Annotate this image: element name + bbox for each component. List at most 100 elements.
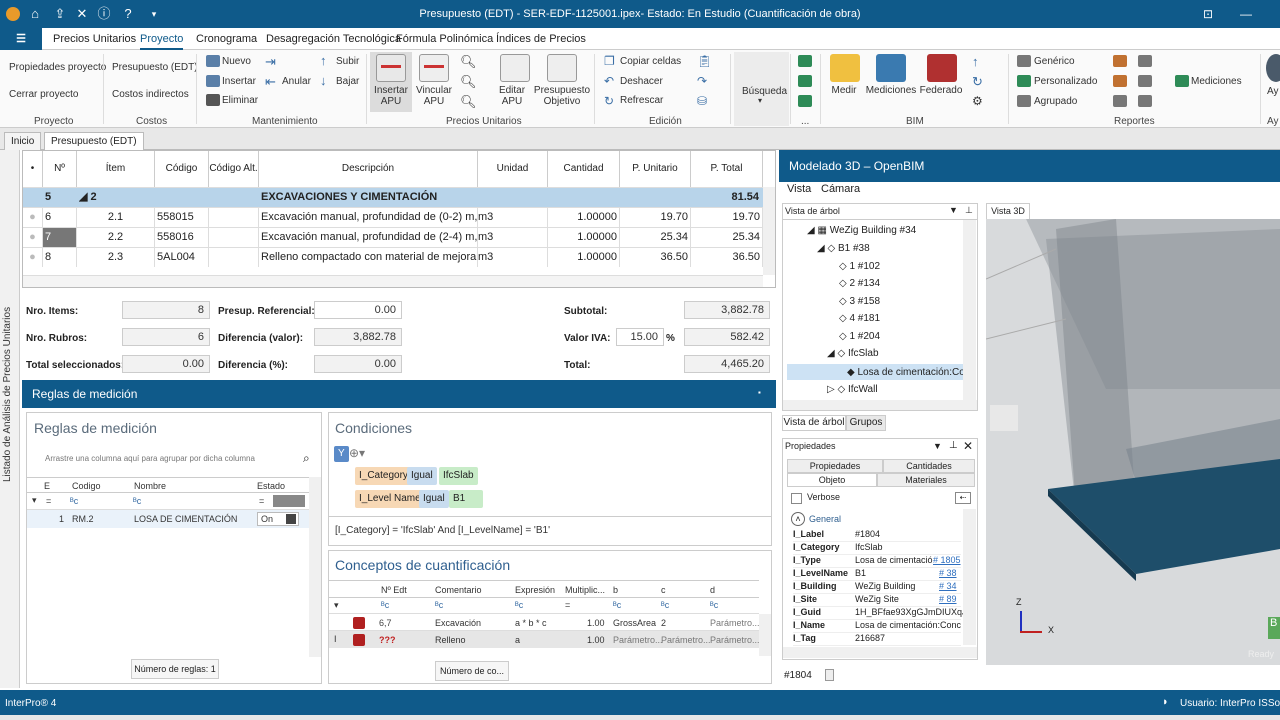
tab-vista-3d[interactable]: Vista 3D — [986, 203, 1030, 219]
column-header-comentario[interactable]: Comentario — [435, 585, 482, 595]
column-header-estado[interactable]: Estado — [257, 481, 285, 491]
tab-objeto[interactable]: Objeto — [787, 473, 877, 487]
property-row[interactable]: I_LevelName B1 # 38 — [793, 568, 961, 581]
cell-unidad[interactable]: m3 — [478, 248, 548, 267]
reglas-scrollbar[interactable] — [309, 477, 321, 657]
tab-indices-precios[interactable]: Índices de Precios — [496, 28, 586, 50]
column-header-p-total[interactable]: P. Total — [691, 151, 763, 187]
and-operator-button[interactable]: Y — [334, 446, 349, 462]
dropdown-icon[interactable]: ▼ — [949, 205, 958, 215]
filter-comentario[interactable]: ᴮᴄ — [435, 600, 443, 610]
nav-cube-badge[interactable]: B — [1268, 617, 1280, 639]
deshacer-button[interactable]: Deshacer — [620, 76, 663, 87]
condition-field[interactable]: I_Category — [355, 467, 412, 485]
medir-button[interactable]: Medir — [824, 85, 864, 96]
tab-desagregacion[interactable]: Desagregación Tecnológica — [266, 28, 401, 50]
properties-scrollbar[interactable] — [963, 509, 976, 645]
filter-expresion[interactable]: ᴮᴄ — [515, 600, 523, 610]
pin-icon[interactable]: ⊥ — [949, 440, 958, 451]
propiedades-proyecto-button[interactable]: Propiedades proyecto — [9, 62, 106, 73]
report-icon[interactable] — [1138, 95, 1152, 107]
column-header-n[interactable]: Nº — [43, 151, 77, 187]
costos-indirectos-button[interactable]: Costos indirectos — [112, 89, 189, 100]
tree-node[interactable]: ◇ 4 #181 — [839, 313, 880, 324]
personalizado-button[interactable]: Personalizado — [1034, 76, 1097, 87]
menu-camara[interactable]: Cámara — [821, 183, 860, 195]
tree-node-level[interactable]: ◢ ◇ B1 #38 — [817, 243, 870, 254]
concepto-expresion[interactable]: a * b * c — [515, 618, 547, 628]
search-icon[interactable]: ⌕ — [303, 451, 310, 466]
editar-apu-button[interactable]: Editar APU — [490, 85, 534, 107]
tree-node-selected[interactable]: ◆ Losa de cimentación:Conc — [787, 364, 975, 380]
insertar-button[interactable]: Insertar — [222, 76, 256, 87]
filter-multiplic[interactable]: = — [565, 600, 570, 610]
estado-toggle[interactable]: On — [257, 512, 299, 526]
cell-p-total[interactable]: 19.70 — [691, 208, 763, 227]
filter-c[interactable]: ᴮᴄ — [661, 600, 669, 610]
column-header-cantidad[interactable]: Cantidad — [548, 151, 620, 187]
insertar-apu-button[interactable]: Insertar APU — [368, 85, 414, 107]
tree-node-ifcslab[interactable]: ◢ ◇ IfcSlab — [827, 348, 879, 359]
condition-operator[interactable]: Igual — [407, 467, 437, 485]
search-icon[interactable]: 🔍︎ — [460, 94, 477, 110]
table-row[interactable]: ● 6 2.1 558015 Excavación manual, profun… — [23, 207, 763, 227]
sidebar-label[interactable]: Listado de Análisis de Precios Unitarios — [2, 162, 13, 482]
tab-formula-polinomica[interactable]: Fórmula Polinómica — [396, 28, 493, 50]
column-header-d[interactable]: d — [710, 585, 715, 595]
settings-icon[interactable]: ⚙ — [972, 94, 983, 108]
search-icon[interactable]: 🔍︎ — [460, 74, 477, 90]
column-header-p-unitario[interactable]: P. Unitario — [620, 151, 691, 187]
presupuesto-edt-button[interactable]: Presupuesto (EDT) — [112, 62, 198, 73]
report-icon[interactable] — [1113, 75, 1127, 87]
cell-n[interactable]: 6 — [43, 208, 77, 227]
tab-presupuesto-edt[interactable]: Presupuesto (EDT) — [44, 132, 144, 150]
tree-node-ifcwall[interactable]: ▷ ◇ IfcWall — [827, 384, 878, 395]
bim-icon[interactable] — [798, 55, 812, 67]
cell-descripcion[interactable]: Excavación manual, profundidad de (2-4) … — [259, 228, 478, 247]
concepto-b[interactable]: Parámetro... — [613, 635, 663, 645]
anular-button[interactable]: Anular — [282, 76, 311, 87]
arrow-up-icon[interactable]: ↑ — [972, 54, 979, 69]
concepto-multiplic[interactable]: 1.00 — [587, 618, 605, 628]
report-icon[interactable] — [1138, 75, 1152, 87]
cell-codigo-alt[interactable] — [209, 208, 259, 227]
tab-cronograma[interactable]: Cronograma — [196, 28, 257, 50]
column-header-nedt[interactable]: Nº Edt — [381, 585, 407, 595]
tree-h-scrollbar[interactable] — [783, 400, 977, 410]
column-header-c[interactable]: c — [661, 585, 666, 595]
filter-icon[interactable]: ▾ — [32, 495, 37, 506]
tab-grupos[interactable]: Grupos — [846, 415, 886, 431]
tab-inicio[interactable]: Inicio — [4, 132, 42, 150]
copiar-celdas-button[interactable]: Copiar celdas — [620, 56, 681, 67]
tab-precios-unitarios[interactable]: Precios Unitarios — [53, 28, 136, 50]
bajar-button[interactable]: Bajar — [336, 76, 359, 87]
cell-p-unitario[interactable]: 19.70 — [620, 208, 691, 227]
busqueda-dropdown-icon[interactable]: ▾ — [758, 96, 762, 105]
column-header-codigo-alt[interactable]: Código Alt. — [209, 151, 259, 187]
close-icon[interactable]: ✕ — [963, 439, 973, 453]
generico-button[interactable]: Genérico — [1034, 56, 1075, 67]
report-icon[interactable] — [1113, 55, 1127, 67]
3d-viewport[interactable]: Z X B Ready — [986, 219, 1280, 665]
concepto-d[interactable]: Parámetro... — [710, 635, 760, 645]
pin-icon[interactable]: ▪ — [758, 388, 761, 397]
property-link[interactable]: # 89 — [939, 594, 957, 604]
rotate-icon[interactable]: ↻ — [972, 74, 983, 90]
pin-icon[interactable]: ⊥ — [965, 205, 973, 216]
column-header-b[interactable]: b — [613, 585, 618, 595]
tab-propiedades[interactable]: Propiedades — [787, 459, 883, 473]
file-menu-button[interactable]: ☰ — [0, 28, 42, 50]
regla-row-codigo[interactable]: RM.2 — [72, 514, 94, 524]
table-row[interactable]: 6,7 Excavación a * b * c 1.00 GrossArea … — [329, 614, 760, 631]
cell-codigo-alt[interactable] — [209, 248, 259, 267]
refrescar-button[interactable]: Refrescar — [620, 95, 663, 106]
tab-cantidades[interactable]: Cantidades — [883, 459, 975, 473]
tree-node[interactable]: ◇ 1 #204 — [839, 331, 880, 342]
column-header-codigo[interactable]: Código — [155, 151, 209, 187]
cell-descripcion[interactable]: Relleno compactado con material de mejor… — [259, 248, 478, 267]
filter-d[interactable]: ᴮᴄ — [710, 600, 718, 610]
tree-node-building[interactable]: ◢ ▦ WeZig Building #34 — [807, 225, 916, 236]
presupuesto-objetivo-button[interactable]: Presupuesto Objetivo — [533, 85, 591, 107]
busqueda-button[interactable]: Búsqueda — [742, 86, 787, 97]
condition-field[interactable]: I_Level Name — [355, 490, 425, 508]
